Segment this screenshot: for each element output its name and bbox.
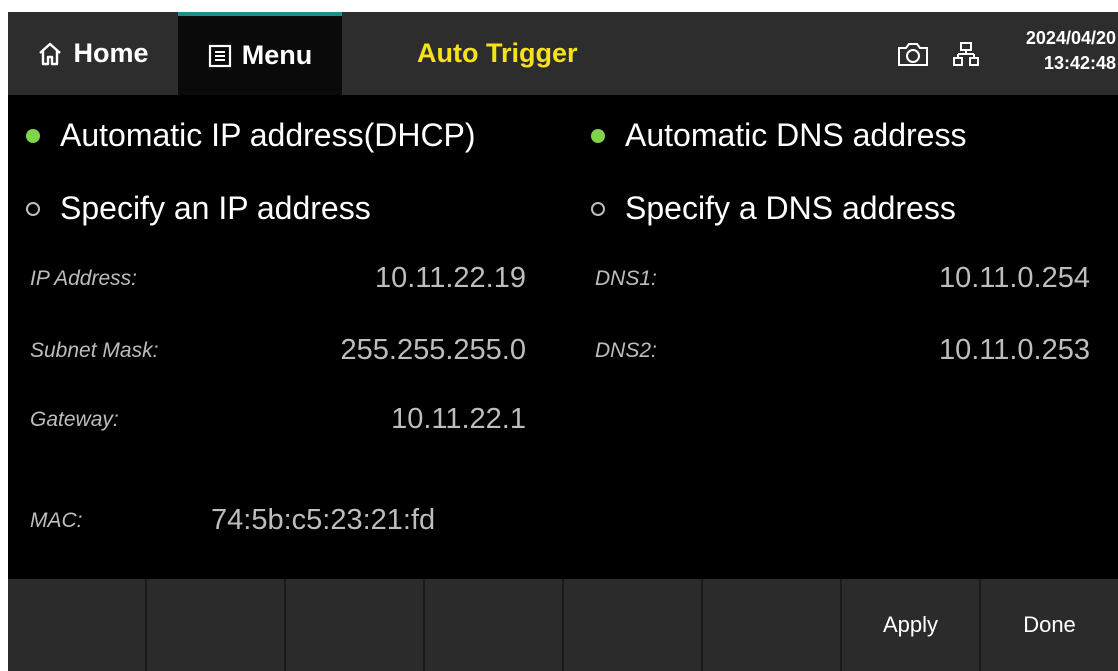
network-icon	[953, 41, 979, 72]
ip-address-value[interactable]: 10.11.22.19	[258, 262, 526, 295]
softkey-5[interactable]	[564, 579, 703, 671]
softkey-4[interactable]	[425, 579, 564, 671]
menu-tab[interactable]: Menu	[178, 12, 342, 95]
softkey-bar: Apply Done	[8, 579, 1118, 671]
radio-dhcp-label: Automatic IP address(DHCP)	[60, 117, 476, 153]
mac-label: MAC:	[30, 509, 83, 532]
radio-unselected-indicator	[26, 201, 40, 216]
apply-button[interactable]: Apply	[842, 579, 981, 671]
home-tab-label: Home	[73, 38, 149, 68]
menu-tab-label: Menu	[241, 40, 313, 70]
softkey-2[interactable]	[147, 579, 286, 671]
dns2-label: DNS2:	[595, 339, 657, 362]
trigger-mode-title: Auto Trigger	[417, 38, 578, 68]
radio-static-ip-label: Specify an IP address	[60, 190, 371, 226]
radio-static-ip[interactable]: Specify an IP address	[26, 190, 371, 227]
ip-address-label: IP Address:	[30, 267, 137, 290]
dns1-value[interactable]: 10.11.0.254	[808, 262, 1090, 295]
gateway-label: Gateway:	[30, 408, 119, 431]
dns2-value[interactable]: 10.11.0.253	[808, 334, 1090, 367]
subnet-mask-label: Subnet Mask:	[30, 339, 159, 362]
radio-dhcp[interactable]: Automatic IP address(DHCP)	[26, 117, 476, 154]
datetime-display: 2024/04/20 13:42:48	[1026, 26, 1116, 76]
home-tab[interactable]: Home	[8, 12, 178, 95]
date-text: 2024/04/20	[1025, 28, 1116, 48]
instrument-screen: Home Menu Auto Trigger 2024/04/20 13:42:…	[8, 12, 1118, 671]
time-text: 13:42:48	[1043, 53, 1116, 73]
softkey-1[interactable]	[8, 579, 147, 671]
radio-static-dns-label: Specify a DNS address	[625, 190, 956, 226]
radio-static-dns[interactable]: Specify a DNS address	[591, 190, 956, 227]
radio-unselected-indicator	[591, 201, 605, 216]
home-icon	[37, 41, 63, 67]
subnet-mask-value[interactable]: 255.255.255.0	[258, 334, 526, 367]
radio-selected-indicator	[591, 128, 605, 143]
camera-icon[interactable]	[896, 40, 930, 73]
dns1-label: DNS1:	[595, 267, 657, 290]
gateway-value[interactable]: 10.11.22.1	[258, 403, 526, 436]
softkey-6[interactable]	[703, 579, 842, 671]
done-button[interactable]: Done	[981, 579, 1118, 671]
top-bar: Home Menu Auto Trigger 2024/04/20 13:42:…	[8, 12, 1118, 95]
radio-auto-dns[interactable]: Automatic DNS address	[591, 117, 966, 154]
mac-value: 74:5b:c5:23:21:fd	[211, 504, 436, 536]
radio-auto-dns-label: Automatic DNS address	[625, 117, 967, 153]
radio-selected-indicator	[26, 128, 40, 143]
menu-list-icon	[208, 44, 232, 68]
softkey-3[interactable]	[286, 579, 425, 671]
